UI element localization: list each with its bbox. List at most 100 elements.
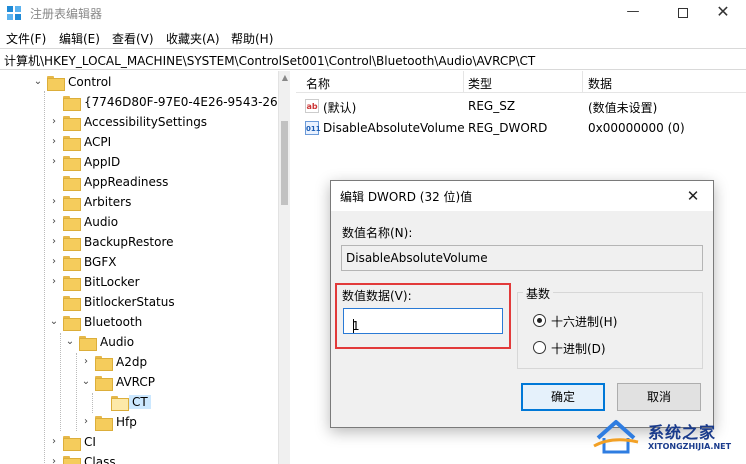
- folder-icon: [47, 76, 65, 91]
- chevron-right-icon[interactable]: ›: [48, 115, 60, 129]
- chevron-down-icon[interactable]: ⌄: [32, 75, 44, 89]
- scroll-up-icon[interactable]: ▲: [279, 71, 291, 85]
- tree-item-label: Bluetooth: [84, 315, 143, 329]
- tree-scrollbar[interactable]: ▲: [278, 71, 290, 464]
- folder-icon: [63, 256, 81, 271]
- tree-item-arbiters[interactable]: › Arbiters: [0, 193, 278, 213]
- address-bar[interactable]: 计算机\HKEY_LOCAL_MACHINE\SYSTEM\ControlSet…: [0, 48, 746, 70]
- string-value-icon: ab: [305, 99, 319, 113]
- tree-item-bgfx[interactable]: › BGFX: [0, 253, 278, 273]
- value-name-text: DisableAbsoluteVolume: [346, 251, 488, 265]
- tree-item-avrcp[interactable]: ⌄ AVRCP: [0, 373, 278, 393]
- maximize-icon: [678, 8, 688, 18]
- tree-item-label: BGFX: [84, 255, 117, 269]
- watermark-title: 系统之家: [648, 423, 717, 442]
- chevron-down-icon[interactable]: ⌄: [80, 375, 92, 389]
- tree-item-guid[interactable]: {7746D80F-97E0-4E26-9543-26B4: [0, 93, 278, 113]
- tree-item-class[interactable]: › Class: [0, 453, 278, 464]
- folder-icon: [63, 156, 81, 171]
- column-type[interactable]: 类型: [468, 75, 492, 92]
- dec-radio[interactable]: [533, 341, 546, 354]
- chevron-down-icon[interactable]: ⌄: [48, 315, 60, 329]
- chevron-right-icon[interactable]: ›: [80, 355, 92, 369]
- value-name: (默认): [323, 101, 357, 115]
- base-label: 基数: [523, 285, 554, 302]
- dec-radio-label[interactable]: 十进制(D): [551, 340, 606, 357]
- tree-item-ci[interactable]: › CI: [0, 433, 278, 453]
- folder-icon: [95, 356, 113, 371]
- address-path[interactable]: 计算机\HKEY_LOCAL_MACHINE\SYSTEM\ControlSet…: [4, 52, 535, 69]
- tree-item-label: CT: [129, 395, 151, 409]
- text-caret: [353, 319, 354, 333]
- chevron-right-icon[interactable]: ›: [48, 235, 60, 249]
- dialog-close-icon[interactable]: ✕: [681, 185, 705, 207]
- chevron-right-icon[interactable]: ›: [48, 455, 60, 464]
- chevron-right-icon[interactable]: ›: [48, 155, 60, 169]
- tree-item-bitlocker[interactable]: › BitLocker: [0, 273, 278, 293]
- tree-item-a2dp[interactable]: › A2dp: [0, 353, 278, 373]
- menu-view[interactable]: 查看(V): [112, 30, 154, 47]
- tree-item-ct[interactable]: CT: [0, 393, 278, 413]
- tree-item-label: AppReadiness: [84, 175, 169, 189]
- chevron-right-icon[interactable]: ›: [48, 195, 60, 209]
- chevron-right-icon[interactable]: ›: [48, 255, 60, 269]
- tree-item-accessibilitysettings[interactable]: › AccessibilitySettings: [0, 113, 278, 133]
- folder-icon: [63, 236, 81, 251]
- column-name[interactable]: 名称: [306, 75, 330, 92]
- menu-favorites[interactable]: 收藏夹(A): [166, 30, 220, 47]
- tree-item-label: Audio: [84, 215, 119, 229]
- folder-icon: [63, 276, 81, 291]
- value-row-disableabsolutevolume[interactable]: 011 DisableAbsoluteVolume REG_DWORD 0x00…: [296, 117, 746, 139]
- folder-icon: [63, 196, 81, 211]
- cancel-button[interactable]: 取消: [617, 383, 701, 411]
- dialog-title-bar[interactable]: 编辑 DWORD (32 位)值 ✕: [331, 181, 713, 211]
- close-button[interactable]: ✕: [700, 0, 746, 26]
- minimize-button[interactable]: —: [610, 0, 656, 26]
- tree-item-label: BackupRestore: [84, 235, 174, 249]
- folder-icon: [95, 416, 113, 431]
- chevron-right-icon[interactable]: ›: [48, 435, 60, 449]
- ok-button[interactable]: 确定: [521, 383, 605, 411]
- tree-item-label: CI: [84, 435, 96, 449]
- chevron-right-icon[interactable]: ›: [48, 275, 60, 289]
- tree-item-bluetooth[interactable]: ⌄ Bluetooth: [0, 313, 278, 333]
- chevron-down-icon[interactable]: ⌄: [64, 335, 76, 349]
- tree-item-appid[interactable]: › AppID: [0, 153, 278, 173]
- value-row-default[interactable]: ab (默认) REG_SZ (数值未设置): [296, 95, 746, 117]
- column-divider[interactable]: [582, 71, 583, 93]
- tree-item-acpi[interactable]: › ACPI: [0, 133, 278, 153]
- menu-help[interactable]: 帮助(H): [231, 30, 273, 47]
- chevron-right-icon[interactable]: ›: [48, 215, 60, 229]
- tree-item-bitlockerstatus[interactable]: BitlockerStatus: [0, 293, 278, 313]
- tree-item-label: Control: [68, 75, 112, 89]
- value-type: REG_SZ: [468, 99, 516, 113]
- tree-item-bluetooth-audio[interactable]: ⌄ Audio: [0, 333, 278, 353]
- menu-edit[interactable]: 编辑(E): [59, 30, 100, 47]
- hex-radio[interactable]: [533, 314, 546, 327]
- tree-item-label: ACPI: [84, 135, 112, 149]
- chevron-right-icon[interactable]: ›: [48, 135, 60, 149]
- chevron-right-icon[interactable]: ›: [80, 415, 92, 429]
- tree-item-label: Audio: [100, 335, 135, 349]
- scrollbar-thumb[interactable]: [281, 121, 288, 205]
- column-data[interactable]: 数据: [588, 75, 612, 92]
- tree-item-control[interactable]: ⌄ Control: [0, 73, 278, 93]
- value-data-input[interactable]: 1: [343, 308, 503, 334]
- tree-item-audio[interactable]: › Audio: [0, 213, 278, 233]
- folder-icon: [63, 456, 81, 464]
- value-type: REG_DWORD: [468, 121, 548, 135]
- folder-icon: [63, 176, 81, 191]
- tree-item-backuprestore[interactable]: › BackupRestore: [0, 233, 278, 253]
- hex-radio-label[interactable]: 十六进制(H): [551, 313, 617, 330]
- house-logo-icon: [593, 420, 639, 454]
- value-name-label: 数值名称(N):: [342, 226, 413, 240]
- tree-item-appreadiness[interactable]: AppReadiness: [0, 173, 278, 193]
- folder-icon: [63, 216, 81, 231]
- column-divider[interactable]: [463, 71, 464, 93]
- close-icon: ✕: [716, 2, 730, 21]
- menu-file[interactable]: 文件(F): [6, 30, 46, 47]
- tree-item-label: {7746D80F-97E0-4E26-9543-26B4: [84, 95, 278, 109]
- site-watermark: 系统之家 XITONGZHIJIA.NET: [588, 410, 746, 464]
- tree-item-hfp[interactable]: › Hfp: [0, 413, 278, 433]
- folder-icon: [79, 336, 97, 351]
